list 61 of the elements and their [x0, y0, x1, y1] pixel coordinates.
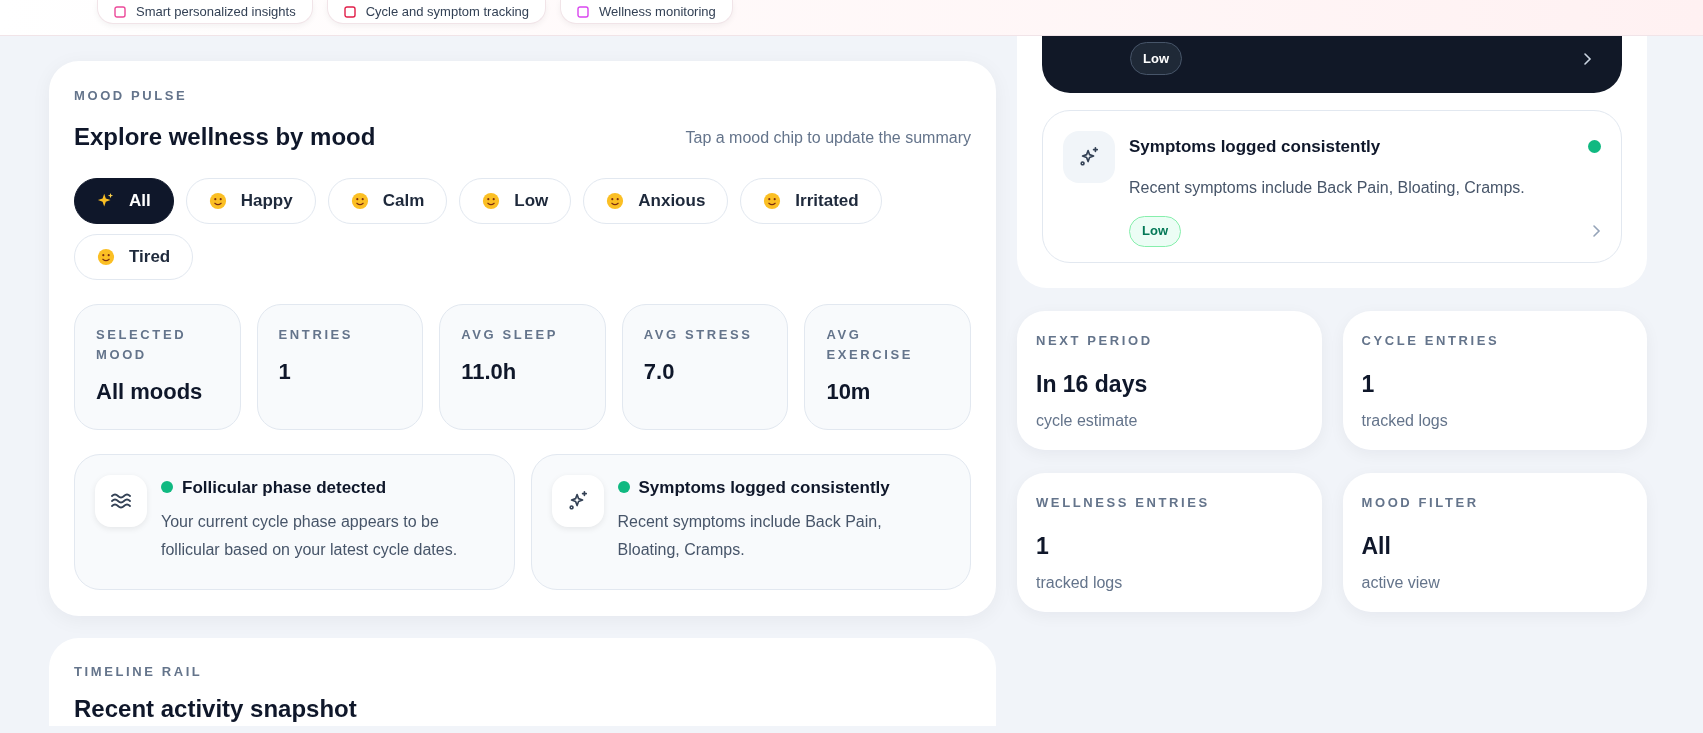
stat-value: 11.0h [461, 357, 518, 386]
mood-chip[interactable]: All [74, 177, 174, 224]
waves-icon [110, 491, 132, 510]
face-icon [482, 191, 501, 210]
stat-label: AVG STRESS [643, 325, 754, 344]
summary-value: All [1361, 531, 1392, 561]
section-title: Explore wellness by mood [74, 121, 376, 152]
summary-value: In 16 days [1036, 369, 1149, 399]
summary-note: active view [1361, 573, 1441, 593]
insight-text: Recent symptoms include Back Pain, Bloating, Cramps. [1129, 177, 1526, 198]
stat-label: SELECTED MOOD [96, 325, 188, 364]
summary-label: NEXT PERIOD [1036, 332, 1154, 350]
stat-label: AVG EXERCISE [826, 325, 914, 364]
summary-note: tracked logs [1036, 573, 1124, 593]
summary-note: cycle estimate [1036, 411, 1139, 431]
feature-chip: Wellness monitoring [560, 0, 733, 24]
mood-chip[interactable]: Calm [327, 177, 448, 224]
sparkle-icon [1078, 146, 1100, 168]
mood-chip[interactable]: Irritated [740, 177, 882, 224]
insight-text: Recent symptoms include Back Pain, Bloating, Cramps. [617, 512, 883, 560]
insight-title: Follicular phase detected [182, 476, 387, 499]
mood-chip[interactable]: Tired [74, 233, 194, 280]
section-title: Recent activity snapshot [74, 694, 358, 724]
feature-icon [577, 5, 589, 18]
face-icon [208, 191, 227, 210]
stat-label: ENTRIES [278, 325, 355, 344]
summary-value: 1 [1361, 369, 1376, 399]
stat-label: AVG SLEEP [461, 325, 560, 344]
feature-chip: Smart personalized insights [97, 0, 313, 24]
feature-chip: Cycle and symptom tracking [326, 0, 546, 24]
summary-label: WELLNESS ENTRIES [1036, 494, 1211, 512]
mood-chip[interactable]: Anxious [583, 177, 729, 224]
insight-card[interactable]: Low [1042, 36, 1622, 93]
summary-value: 1 [1036, 531, 1050, 561]
feature-icon [343, 5, 356, 18]
feature-icon [114, 5, 126, 18]
chevron-right-icon [1591, 224, 1601, 238]
section-eyebrow: TIMELINE RAIL [74, 662, 204, 681]
summary-note: tracked logs [1361, 411, 1449, 431]
section-eyebrow: MOOD PULSE [74, 87, 189, 105]
stat-value: 7.0 [643, 357, 676, 386]
stat-value: 10m [826, 377, 872, 406]
stat-value: All moods [96, 377, 204, 406]
section-hint: Tap a mood chip to update the summary [685, 127, 971, 148]
sparkle-icon [566, 489, 589, 512]
mood-chip[interactable]: Happy [185, 177, 316, 224]
summary-label: MOOD FILTER [1361, 494, 1480, 512]
mood-chip[interactable]: Low [459, 177, 572, 224]
level-badge: Low [1129, 215, 1181, 247]
face-icon [763, 191, 782, 210]
stat-value: 1 [278, 357, 292, 386]
level-badge: Low [1130, 42, 1182, 75]
insight-title: Symptoms logged consistently [1129, 136, 1381, 158]
face-icon [350, 191, 369, 210]
summary-label: CYCLE ENTRIES [1361, 332, 1501, 350]
insight-card[interactable]: Symptoms logged consistently Recent symptoms include Back Pain, Bloating, Cramps. Low [1042, 110, 1622, 263]
insight-title: Symptoms logged consistently [638, 476, 890, 499]
face-icon [606, 191, 625, 210]
face-icon [97, 247, 115, 266]
chevron-right-icon [1582, 52, 1592, 66]
insight-text: Your current cycle phase appears to be follicular based on your latest cycle dates. [161, 512, 459, 560]
